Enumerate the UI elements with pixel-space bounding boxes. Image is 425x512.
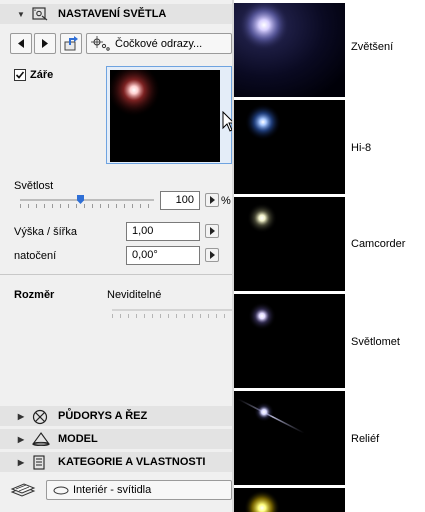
- load-settings-button[interactable]: [60, 33, 82, 54]
- transfer-settings-icon: [64, 36, 78, 51]
- next-button[interactable]: [34, 33, 56, 54]
- brightness-slider[interactable]: [20, 195, 154, 208]
- expand-triangle-icon[interactable]: ▶: [16, 412, 26, 421]
- brightness-input[interactable]: 100: [160, 191, 200, 210]
- rotation-arrow-button[interactable]: [205, 248, 219, 262]
- height-width-input[interactable]: 1,00: [126, 222, 200, 241]
- glow-checkbox[interactable]: [14, 69, 26, 81]
- glow-preview-frame[interactable]: [106, 66, 232, 164]
- previous-button[interactable]: [10, 33, 32, 54]
- preset-hi8-image: [234, 100, 345, 194]
- footer-bar: Interiér - svítidla: [0, 475, 232, 512]
- glow-label: Záře: [30, 69, 54, 81]
- category-properties-icon: [32, 455, 48, 470]
- divider: [0, 274, 232, 275]
- section-category-properties[interactable]: ▶ KATEGORIE A VLASTNOSTI: [0, 452, 232, 472]
- brightness-arrow-button[interactable]: [205, 193, 219, 207]
- preset-thumbnail[interactable]: [234, 391, 345, 485]
- mouse-cursor-icon: [222, 111, 232, 132]
- arrow-right-icon: [210, 196, 215, 204]
- brightness-label: Světlost: [14, 180, 54, 192]
- preset-label: Světlomet: [351, 336, 400, 348]
- preset-thumbnail[interactable]: [234, 488, 345, 512]
- lens-flare-button[interactable]: Čočkové odrazy...: [86, 33, 232, 54]
- arrow-right-icon: [210, 251, 215, 259]
- layer-selector[interactable]: Interiér - svítidla: [46, 480, 232, 500]
- section-title: KATEGORIE A VLASTNOSTI: [58, 456, 206, 468]
- height-width-label: Výška / šířka: [14, 226, 77, 238]
- glow-preview-image: [110, 70, 160, 116]
- preset-label: Zvětšení: [351, 41, 394, 53]
- preset-camcorder-image: [234, 197, 345, 291]
- glow-preview: [110, 70, 220, 162]
- preset-thumbnail[interactable]: [234, 197, 345, 291]
- preset-label: Camcorder: [351, 238, 406, 250]
- preset-thumbnail[interactable]: [234, 3, 345, 97]
- preset-relief-image: [234, 391, 345, 485]
- model-icon: [31, 432, 51, 447]
- arrow-left-icon: [18, 39, 24, 48]
- rotation-label: natočení: [14, 250, 57, 262]
- lens-flare-icon: [91, 36, 110, 51]
- section-title: PŮDORYS A ŘEZ: [58, 410, 148, 422]
- preset-label: Reliéf: [351, 433, 380, 445]
- section-title: MODEL: [58, 433, 98, 445]
- panel-title: NASTAVENÍ SVĚTLA: [58, 8, 167, 20]
- layer-icon: [10, 483, 36, 497]
- light-settings-header[interactable]: ▼ NASTAVENÍ SVĚTLA: [0, 4, 232, 24]
- arrow-right-icon: [210, 227, 215, 235]
- expand-triangle-icon[interactable]: ▶: [16, 435, 26, 444]
- size-value: Neviditelné: [107, 289, 162, 301]
- brightness-unit: %: [221, 195, 231, 207]
- layer-name: Interiér - svítidla: [73, 484, 152, 496]
- section-model[interactable]: ▶ MODEL: [0, 429, 232, 449]
- preset-thumbnail[interactable]: [234, 100, 345, 194]
- checkmark-icon: [15, 71, 25, 79]
- preset-label: Hi-8: [351, 142, 372, 154]
- size-slider[interactable]: [112, 306, 232, 318]
- layer-ellipse-icon: [53, 486, 69, 494]
- preset-thumbnail[interactable]: [234, 294, 345, 388]
- floorplan-section-icon: [32, 409, 48, 425]
- light-settings-panel: ▼ NASTAVENÍ SVĚTLA Čočkové odrazy... Zář…: [0, 0, 232, 512]
- rotation-input[interactable]: 0,00°: [126, 246, 200, 265]
- arrow-right-icon: [42, 39, 48, 48]
- lens-flare-label: Čočkové odrazy...: [115, 37, 203, 50]
- size-label: Rozměr: [14, 289, 55, 301]
- preset-spotlight-image: [234, 294, 345, 388]
- brightness-slider-thumb[interactable]: [77, 195, 84, 204]
- collapse-triangle-icon[interactable]: ▼: [16, 10, 26, 19]
- height-width-arrow-button[interactable]: [205, 224, 219, 238]
- preset-yellow-image: [234, 488, 345, 512]
- light-settings-icon: [32, 7, 48, 21]
- expand-triangle-icon[interactable]: ▶: [16, 458, 26, 467]
- section-floorplan-section[interactable]: ▶ PŮDORYS A ŘEZ: [0, 406, 232, 426]
- preset-zoom-image: [234, 3, 345, 97]
